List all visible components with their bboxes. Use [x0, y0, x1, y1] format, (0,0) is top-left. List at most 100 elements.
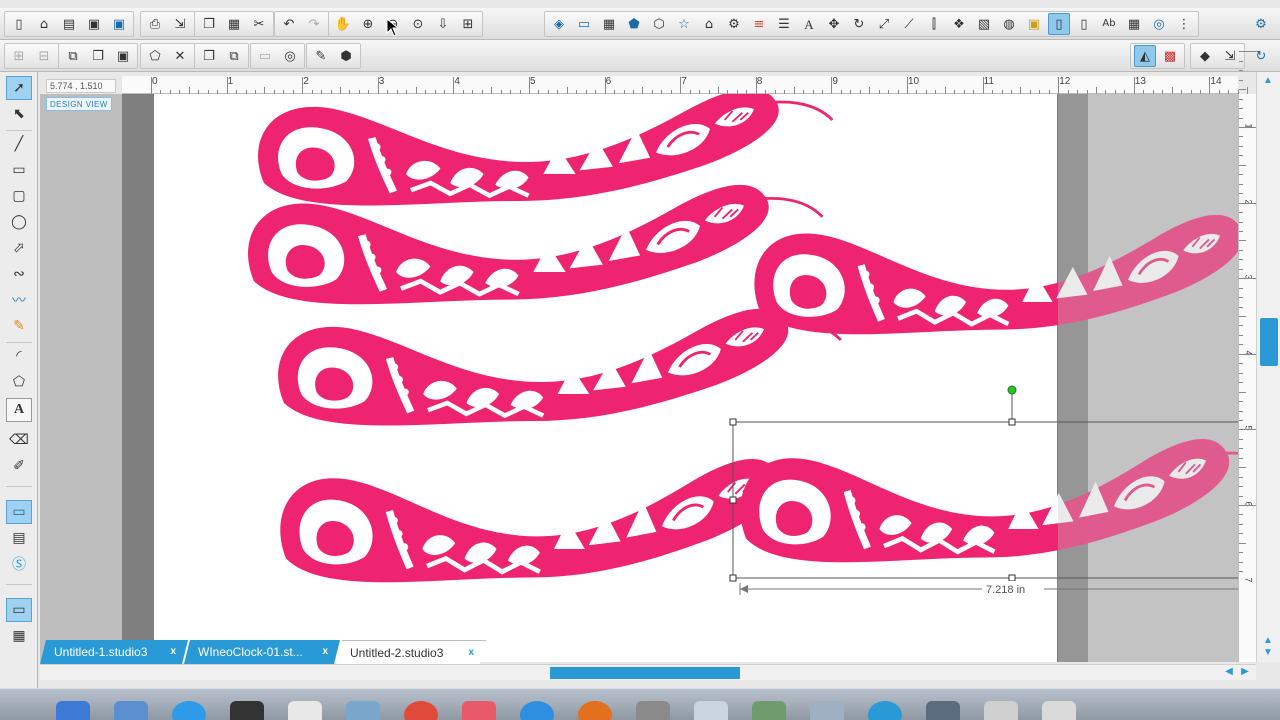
text-style-icon[interactable]: A — [798, 13, 820, 35]
design-page-icon[interactable]: ▭ — [6, 500, 32, 524]
horizontal-scrollbar[interactable]: ◀ ▶ — [40, 664, 1256, 680]
print-icon[interactable]: ⎙ — [144, 13, 166, 35]
paste-icon[interactable]: ▦ — [223, 13, 245, 35]
trash-icon[interactable] — [1042, 701, 1076, 720]
ellipse-tool-icon[interactable]: ◯ — [6, 210, 32, 234]
tab-close-icon[interactable]: x — [322, 640, 328, 664]
rectangle-tool-icon[interactable]: ▭ — [6, 158, 32, 182]
fill-panel-icon[interactable]: ◭ — [1134, 45, 1156, 67]
smooth-freehand-tool-icon[interactable]: ✎ — [6, 314, 32, 338]
modify-icon[interactable]: ◍ — [998, 13, 1020, 35]
app-icon[interactable] — [810, 701, 844, 720]
cut-settings-icon[interactable]: Ab — [1098, 13, 1120, 35]
undo-icon[interactable]: ↶ — [278, 13, 300, 35]
transform-icon[interactable]: ✥ — [823, 13, 845, 35]
tab-untitled-2[interactable]: Untitled-2.studio3 x — [336, 640, 486, 664]
zoom-box-icon[interactable]: ⊙ — [407, 13, 429, 35]
align-icon[interactable]: ☰ — [773, 13, 795, 35]
zoom-fit-icon[interactable]: ⇩ — [432, 13, 454, 35]
shape-gear-icon[interactable]: ⚙ — [723, 13, 745, 35]
release-compound-icon[interactable]: ❐ — [87, 45, 109, 67]
vertical-scrollbar[interactable]: ▲ ▲ ▼ — [1256, 72, 1280, 662]
store-icon[interactable]: ⇲ — [1219, 45, 1241, 67]
mirror-icon[interactable]: ⧉ — [223, 45, 245, 67]
group-icon[interactable]: ⊞ — [8, 45, 30, 67]
send-panel-icon[interactable]: ◆ — [1194, 45, 1216, 67]
scroll-up-icon[interactable]: ▲ — [1263, 76, 1275, 86]
rotate-handle[interactable] — [1007, 385, 1017, 395]
rhinestone-icon[interactable]: ⬢ — [335, 45, 357, 67]
design-workspace[interactable]: DESIGN VIEW 7.218 in — [40, 94, 1238, 662]
scroll-right-icon[interactable]: ▶ — [1238, 665, 1252, 679]
view-toggle-icon[interactable]: ▭ — [6, 598, 32, 622]
silhouette-icon[interactable] — [868, 701, 902, 720]
knife-tool-icon[interactable]: ✐ — [6, 454, 32, 478]
scroll-down-icon[interactable]: ▼ — [1263, 648, 1275, 658]
arc-tool-icon[interactable]: ◜ — [6, 344, 32, 368]
chrome-icon[interactable] — [404, 701, 438, 720]
knife-icon[interactable]: ✎ — [310, 45, 332, 67]
scroll-left-icon[interactable]: ◀ — [1222, 665, 1236, 679]
tab-untitled-1[interactable]: Untitled-1.studio3 x — [40, 640, 188, 664]
firefox-icon[interactable] — [578, 701, 612, 720]
send-icon[interactable]: ⇲ — [169, 13, 191, 35]
transform-off-icon[interactable]: ▭ — [254, 45, 276, 67]
ungroup-icon[interactable]: ⊟ — [33, 45, 55, 67]
cut-icon[interactable]: ✂ — [248, 13, 270, 35]
new-file-icon[interactable]: ▯ — [8, 13, 30, 35]
rotate-icon[interactable]: ↻ — [848, 13, 870, 35]
itunes-icon[interactable] — [230, 701, 264, 720]
weld-icon[interactable]: ⬠ — [144, 45, 166, 67]
tab-close-icon[interactable]: x — [468, 641, 474, 665]
resize-handle[interactable] — [1008, 418, 1016, 426]
text-panel-icon[interactable]: ▦ — [1123, 13, 1145, 35]
resize-handle[interactable] — [729, 418, 737, 426]
grid-panel-icon[interactable]: ◎ — [1148, 13, 1170, 35]
delete-icon[interactable]: ✕ — [169, 45, 191, 67]
store-icon[interactable]: Ⓢ — [6, 552, 32, 576]
shape-hexagon-icon[interactable]: ⬡ — [648, 13, 670, 35]
tab-close-icon[interactable]: x — [170, 640, 176, 664]
vertical-scroll-thumb[interactable] — [1260, 318, 1278, 366]
zoom-in-icon[interactable]: ⊕ — [357, 13, 379, 35]
nesting-icon[interactable]: ▧ — [973, 13, 995, 35]
polygon-tool-icon[interactable]: ⬀ — [6, 236, 32, 260]
open-library-icon[interactable]: ▤ — [58, 13, 80, 35]
compound-icon[interactable]: ⧉ — [62, 45, 84, 67]
line-style-icon[interactable]: ≡ — [748, 13, 770, 35]
open-file-icon[interactable]: ⌂ — [33, 13, 55, 35]
save-as-icon[interactable]: ▣ — [108, 13, 130, 35]
scroll-up-icon[interactable]: ▲ — [1263, 636, 1275, 646]
shape-pentagon-icon[interactable]: ⬟ — [623, 13, 645, 35]
shape-star-icon[interactable]: ☆ — [673, 13, 695, 35]
page-setup-icon[interactable]: ▯ — [1073, 13, 1095, 35]
calendar-icon[interactable] — [288, 701, 322, 720]
offset-icon[interactable]: ▣ — [1023, 13, 1045, 35]
app-icon[interactable] — [926, 701, 960, 720]
copy-icon[interactable]: ❐ — [198, 13, 220, 35]
app-icon[interactable] — [694, 701, 728, 720]
freehand-tool-icon[interactable]: 〰 — [6, 288, 32, 312]
align-panel-icon[interactable]: ⫿ — [923, 13, 945, 35]
resize-handle[interactable] — [1008, 574, 1016, 582]
line-color-icon[interactable]: ▭ — [573, 13, 595, 35]
eraser-tool-icon[interactable]: ⌫ — [6, 428, 32, 452]
photos-icon[interactable] — [346, 701, 380, 720]
duplicate-icon[interactable]: ❐ — [198, 45, 220, 67]
pan-icon[interactable]: ✋ — [332, 13, 354, 35]
app-icon[interactable] — [984, 701, 1018, 720]
curve-tool-icon[interactable]: ∾ — [6, 262, 32, 286]
line-tool-icon[interactable]: ╱ — [6, 132, 32, 156]
select-tool-icon[interactable]: ➚ — [6, 76, 32, 100]
library-icon[interactable]: ⋮ — [1173, 13, 1195, 35]
trace-icon[interactable]: ▯ — [1048, 13, 1070, 35]
app-icon[interactable] — [752, 701, 786, 720]
feather-3[interactable] — [278, 309, 841, 426]
edit-points-tool-icon[interactable]: ⬉ — [6, 102, 32, 126]
system-preferences-icon[interactable] — [636, 701, 670, 720]
resize-handle[interactable] — [729, 574, 737, 582]
panels-icon[interactable]: ▦ — [6, 624, 32, 648]
cloud-sync-icon[interactable]: ↻ — [1250, 45, 1272, 67]
preview-icon[interactable] — [114, 701, 148, 720]
settings-icon[interactable]: ⚙ — [1250, 13, 1272, 35]
